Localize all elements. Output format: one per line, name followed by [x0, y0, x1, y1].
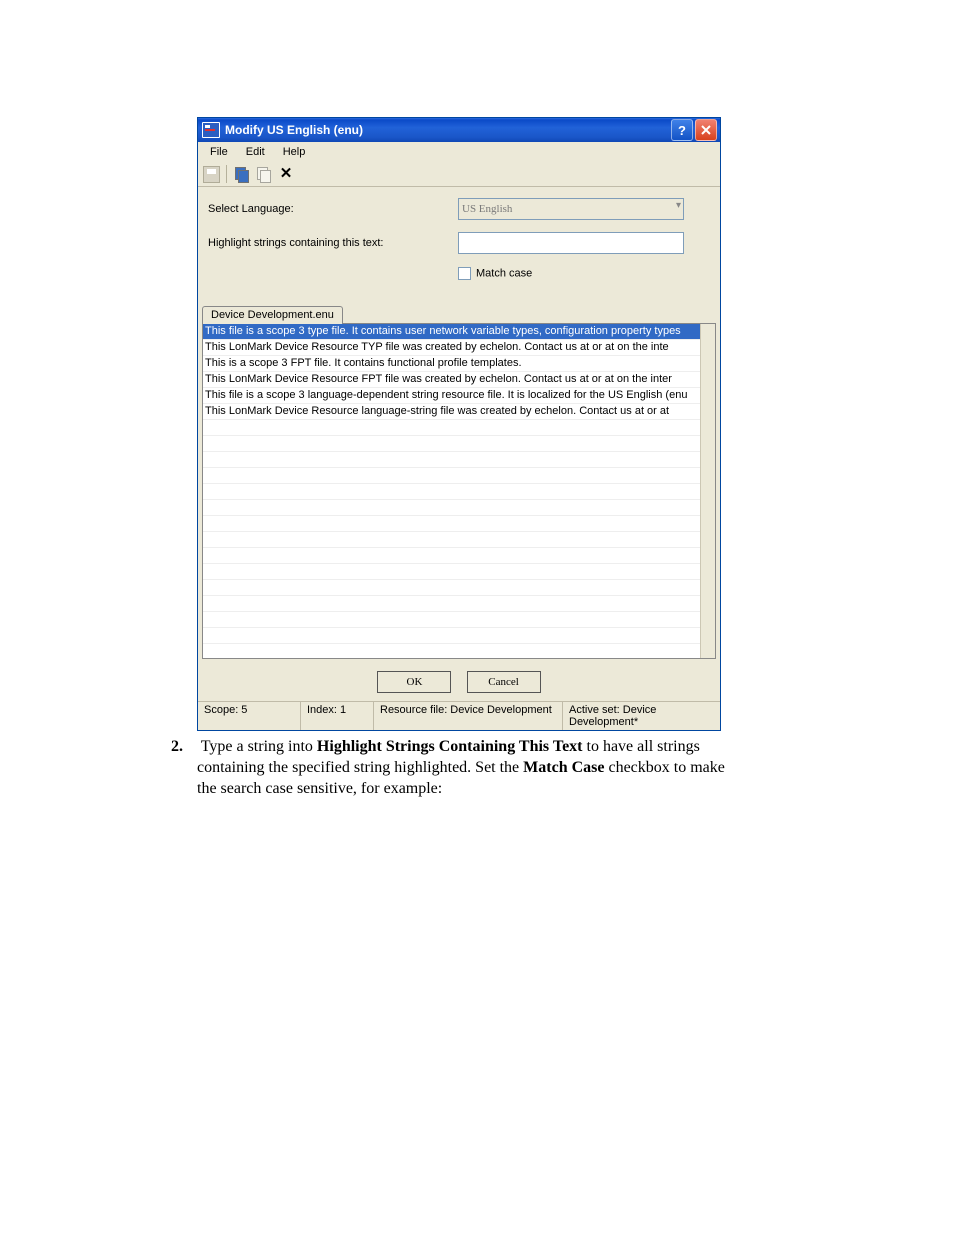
- dialog-screenshot: Modify US English (enu) ? File Edit Help: [197, 117, 721, 731]
- instruction-paragraph: 2. Type a string into Highlight Strings …: [171, 737, 831, 799]
- save-icon[interactable]: [202, 165, 220, 183]
- instruction-bold-2: Match Case: [523, 759, 604, 776]
- status-index: Index: 1: [301, 702, 374, 730]
- highlight-input[interactable]: [458, 232, 684, 254]
- status-scope: Scope: 5: [198, 702, 301, 730]
- list-item[interactable]: [203, 580, 701, 596]
- window-title: Modify US English (enu): [225, 123, 671, 137]
- instruction-text-1a: Type a string into: [201, 738, 317, 755]
- highlight-label: Highlight strings containing this text:: [208, 237, 458, 249]
- match-case-label: Match case: [476, 267, 532, 279]
- form-area: Select Language: Highlight strings conta…: [198, 187, 720, 303]
- dialog-buttons: OK Cancel: [198, 659, 720, 701]
- copy-icon[interactable]: [233, 165, 251, 183]
- instruction-text-1c: to have all strings: [583, 738, 700, 755]
- list-item[interactable]: This is a scope 3 FPT file. It contains …: [203, 356, 701, 372]
- document-page: Modify US English (enu) ? File Edit Help: [0, 0, 954, 1235]
- list-item[interactable]: This file is a scope 3 type file. It con…: [203, 324, 701, 340]
- instruction-text-3: the search case sensitive, for example:: [197, 780, 442, 797]
- ok-button[interactable]: OK: [377, 671, 451, 693]
- cancel-button[interactable]: Cancel: [467, 671, 541, 693]
- instruction-text-2a: containing the specified string highligh…: [197, 759, 523, 776]
- instruction-bold-1: Highlight Strings Containing This Text: [317, 738, 583, 755]
- titlebar-controls: ?: [671, 119, 717, 141]
- list-item[interactable]: [203, 516, 701, 532]
- list-item[interactable]: [203, 548, 701, 564]
- tab-strip: Device Development.enu: [198, 305, 720, 323]
- list-item[interactable]: [203, 644, 701, 658]
- paste-icon[interactable]: [255, 165, 273, 183]
- status-active-set: Active set: Device Development*: [563, 702, 720, 730]
- app-icon: [202, 122, 220, 138]
- delete-icon[interactable]: ✕: [277, 165, 295, 183]
- list-item[interactable]: This LonMark Device Resource FPT file wa…: [203, 372, 701, 388]
- instruction-text-2c: checkbox to make: [604, 759, 724, 776]
- select-language-label: Select Language:: [208, 203, 458, 215]
- titlebar[interactable]: Modify US English (enu) ?: [198, 118, 720, 142]
- list-item[interactable]: [203, 500, 701, 516]
- close-button[interactable]: [695, 119, 717, 141]
- list-item[interactable]: This LonMark Device Resource language-st…: [203, 404, 701, 420]
- list-item[interactable]: This file is a scope 3 language-dependen…: [203, 388, 701, 404]
- list-item[interactable]: [203, 484, 701, 500]
- list-item[interactable]: [203, 612, 701, 628]
- list-item[interactable]: [203, 532, 701, 548]
- list-item[interactable]: This LonMark Device Resource TYP file wa…: [203, 340, 701, 356]
- statusbar: Scope: 5 Index: 1 Resource file: Device …: [198, 701, 720, 730]
- list-item[interactable]: [203, 564, 701, 580]
- language-dropdown-field[interactable]: [458, 198, 684, 220]
- menu-file[interactable]: File: [202, 144, 236, 160]
- vertical-scrollbar[interactable]: [700, 324, 715, 658]
- list-item[interactable]: [203, 420, 701, 436]
- menu-help[interactable]: Help: [275, 144, 314, 160]
- step-number: 2.: [171, 737, 197, 758]
- help-button[interactable]: ?: [671, 119, 693, 141]
- toolbar-separator: [226, 165, 227, 183]
- list-item[interactable]: [203, 468, 701, 484]
- menubar: File Edit Help: [198, 142, 720, 162]
- status-resource: Resource file: Device Development: [374, 702, 563, 730]
- list-item[interactable]: [203, 452, 701, 468]
- list-item[interactable]: [203, 628, 701, 644]
- match-case-checkbox[interactable]: Match case: [458, 267, 532, 280]
- strings-list[interactable]: This file is a scope 3 type file. It con…: [202, 323, 716, 659]
- toolbar: ✕: [198, 162, 720, 187]
- modify-dialog: Modify US English (enu) ? File Edit Help: [197, 117, 721, 731]
- list-item[interactable]: [203, 596, 701, 612]
- list-item[interactable]: [203, 436, 701, 452]
- menu-edit[interactable]: Edit: [238, 144, 273, 160]
- tab-device-development[interactable]: Device Development.enu: [202, 306, 343, 324]
- language-dropdown[interactable]: [458, 198, 684, 220]
